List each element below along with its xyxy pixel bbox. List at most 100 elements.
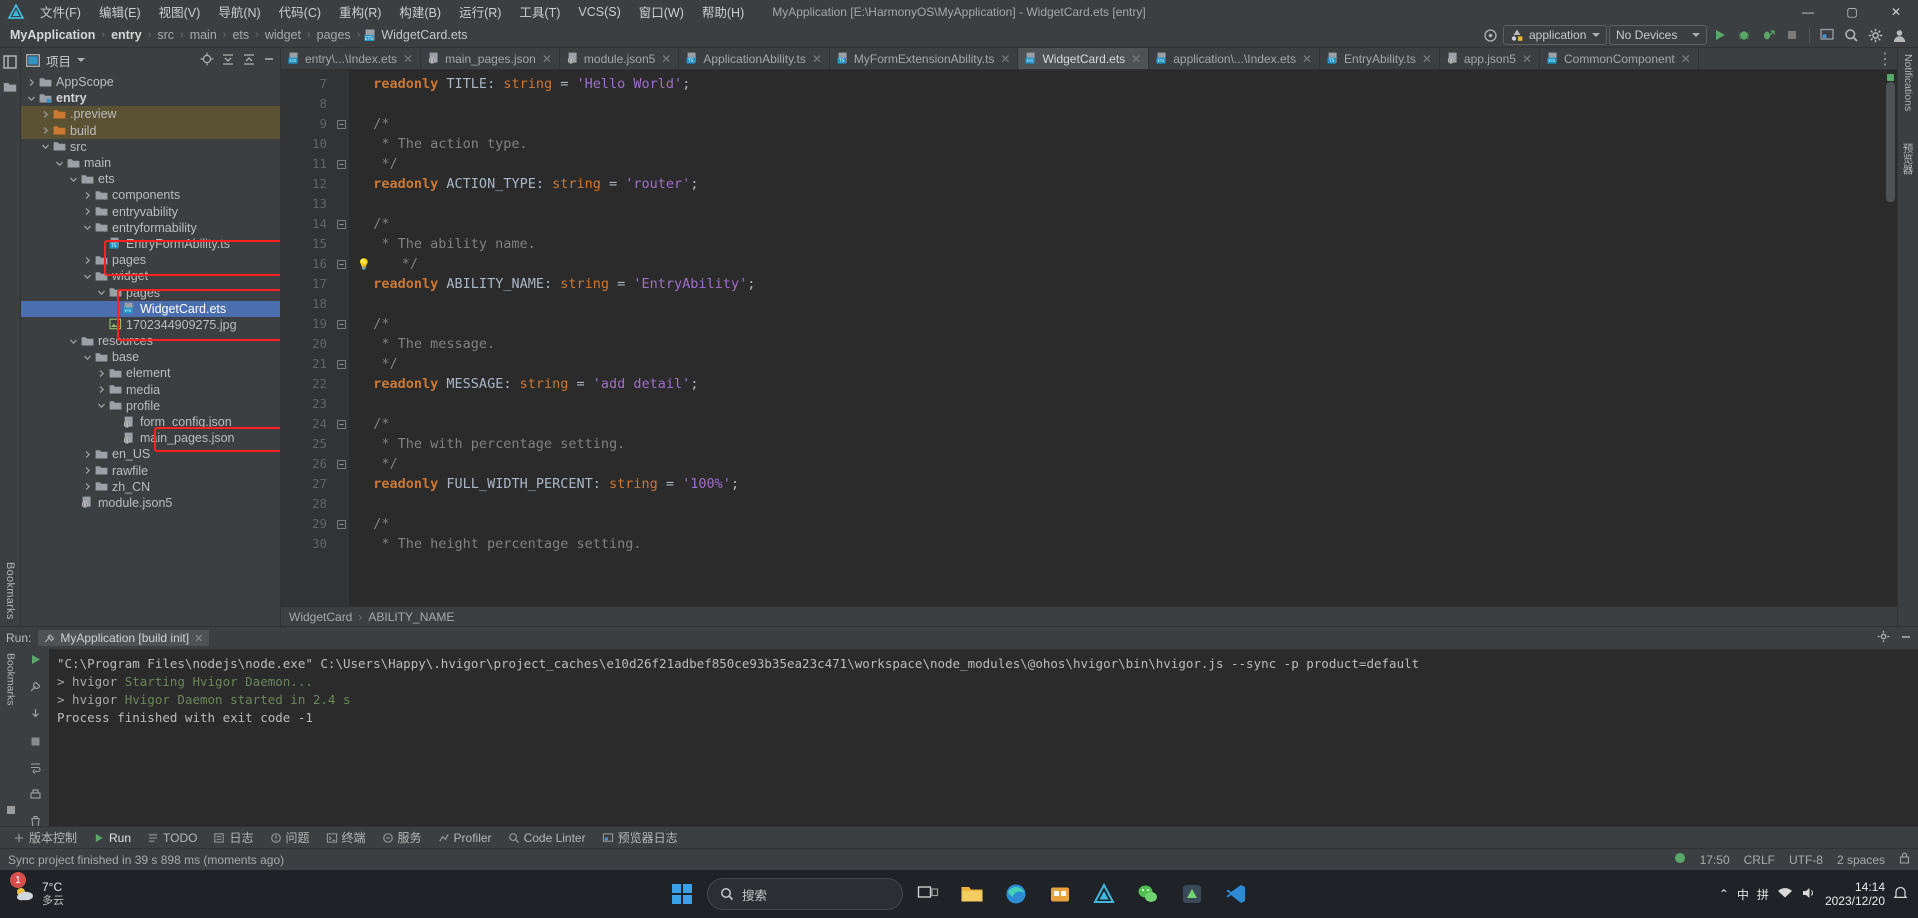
notifications-rail-label[interactable]: Notifications [1902, 54, 1914, 111]
code-line[interactable]: readonly MESSAGE: string = 'add detail'; [349, 374, 1897, 394]
tree-item[interactable]: zh_CN [21, 479, 280, 495]
editor-tab[interactable]: ETS entry\...\Index.ets ✕ [281, 48, 422, 69]
run-session-close[interactable]: ✕ [194, 632, 203, 645]
bottom-tool-版本控制[interactable]: 版本控制 [6, 827, 84, 848]
close-icon[interactable]: ✕ [403, 52, 413, 66]
editor-tab[interactable]: ETS WidgetCard.ets ✕ [1018, 48, 1150, 69]
editor-tab[interactable]: TS MyFormExtensionAbility.ts ✕ [830, 48, 1019, 69]
close-icon[interactable]: ✕ [1131, 52, 1141, 66]
bottom-tool-日志[interactable]: 日志 [206, 827, 260, 848]
event-log-icon[interactable] [1674, 852, 1686, 867]
menu-refactor[interactable]: 重构(R) [330, 0, 390, 24]
editor-tab[interactable]: {} app.json5 ✕ [1440, 48, 1541, 69]
tree-item[interactable]: TS EntryFormAbility.ts [21, 236, 280, 252]
menu-window[interactable]: 窗口(W) [630, 0, 693, 24]
breadcrumb-entry[interactable]: entry [109, 28, 144, 42]
menu-run[interactable]: 运行(R) [450, 0, 510, 24]
code-line[interactable]: * The action type. [349, 134, 1897, 154]
bottom-tool-服务[interactable]: 服务 [375, 827, 429, 848]
code-line[interactable]: /* [349, 314, 1897, 334]
chevron-right-icon[interactable] [81, 207, 94, 216]
menu-vcs[interactable]: VCS(S) [569, 2, 629, 22]
close-icon[interactable]: ✕ [1522, 52, 1532, 66]
ime-language-icon[interactable]: 中 [1737, 886, 1749, 903]
scroll-down-icon[interactable] [29, 707, 42, 725]
project-tree[interactable]: AppScope entry .preview build src main ets comp… [21, 72, 280, 626]
code-line[interactable]: /* [349, 114, 1897, 134]
locate-icon[interactable] [200, 52, 214, 69]
code-line[interactable]: readonly ABILITY_NAME: string = 'EntryAb… [349, 274, 1897, 294]
edge-browser-icon[interactable] [997, 875, 1035, 913]
tree-item[interactable]: ets [21, 171, 280, 187]
tree-item[interactable]: {} module.json5 [21, 495, 280, 511]
fold-marker[interactable] [333, 314, 349, 334]
close-icon[interactable]: ✕ [1681, 52, 1691, 66]
editor-tab[interactable]: {} main_pages.json ✕ [421, 48, 560, 69]
run-session-tab[interactable]: MyApplication [build init] ✕ [38, 630, 210, 646]
taskbar-clock[interactable]: 14:14 2023/12/20 [1825, 880, 1885, 908]
tree-item[interactable]: entry [21, 90, 280, 106]
android-studio-icon[interactable] [1173, 875, 1211, 913]
menu-help[interactable]: 帮助(H) [693, 0, 753, 24]
breadcrumb-widget[interactable]: widget [263, 28, 303, 42]
lock-icon[interactable] [1899, 852, 1910, 867]
fold-marker[interactable] [333, 414, 349, 434]
status-encoding[interactable]: UTF-8 [1789, 853, 1823, 867]
file-explorer-icon[interactable] [953, 875, 991, 913]
code-fold-gutter[interactable] [333, 70, 349, 606]
minimize-button[interactable]: — [1786, 0, 1830, 23]
menu-build[interactable]: 构建(B) [390, 0, 450, 24]
menu-navigate[interactable]: 导航(N) [209, 0, 269, 24]
chevron-up-icon[interactable]: ⌃ [1719, 887, 1729, 901]
fold-marker[interactable] [333, 354, 349, 374]
bottom-tool-预览器日志[interactable]: 预览器日志 [595, 827, 685, 848]
bottom-tool-code-linter[interactable]: Code Linter [501, 829, 593, 847]
editor-tab[interactable]: ETS application\...\Index.ets ✕ [1149, 48, 1321, 69]
tree-item[interactable]: rawfile [21, 463, 280, 479]
search-everywhere-icon[interactable] [1840, 25, 1862, 45]
bottom-tool-run[interactable]: Run [86, 829, 138, 847]
target-icon[interactable] [1479, 25, 1501, 45]
chevron-down-icon[interactable] [39, 142, 52, 151]
chevron-right-icon[interactable] [39, 110, 52, 119]
chevron-right-icon[interactable] [81, 191, 94, 200]
status-line-separator[interactable]: CRLF [1744, 853, 1775, 867]
menu-edit[interactable]: 编辑(E) [90, 0, 150, 24]
code-line[interactable]: */ [349, 154, 1897, 174]
breadcrumb-class[interactable]: WidgetCard [289, 610, 352, 624]
code-line[interactable]: */ [349, 354, 1897, 374]
tree-item[interactable]: pages [21, 284, 280, 300]
code-line[interactable]: readonly FULL_WIDTH_PERCENT: string = '1… [349, 474, 1897, 494]
tree-item[interactable]: {} main_pages.json [21, 430, 280, 446]
close-icon[interactable]: ✕ [812, 52, 822, 66]
editor-tab[interactable]: TS ApplicationAbility.ts ✕ [679, 48, 830, 69]
bottom-tool-profiler[interactable]: Profiler [431, 829, 499, 847]
fold-marker[interactable] [333, 214, 349, 234]
tree-item[interactable]: src [21, 139, 280, 155]
wechat-icon[interactable] [1129, 875, 1167, 913]
bottom-tool-tabs[interactable]: 版本控制 Run TODO 日志 问题 终端 服务 Profiler Code Linter 预览… [0, 826, 1918, 848]
inspection-ok-indicator[interactable] [1887, 74, 1894, 81]
chevron-right-icon[interactable] [81, 466, 94, 475]
tree-item[interactable]: media [21, 382, 280, 398]
previewer-icon[interactable] [1816, 25, 1838, 45]
chevron-right-icon[interactable] [81, 450, 94, 459]
stop-square-icon[interactable] [6, 802, 16, 820]
close-icon[interactable]: ✕ [661, 52, 671, 66]
chevron-down-icon[interactable] [95, 401, 108, 410]
breadcrumb-project[interactable]: MyApplication [8, 28, 97, 42]
code-line[interactable]: * The height percentage setting. [349, 534, 1897, 554]
bookmarks-label[interactable]: Bookmarks [5, 653, 17, 706]
close-icon[interactable]: ✕ [542, 52, 552, 66]
breadcrumb-ets[interactable]: ets [230, 28, 251, 42]
chevron-right-icon[interactable] [95, 369, 108, 378]
deveco-studio-icon[interactable] [1085, 875, 1123, 913]
code-line[interactable]: * The with percentage setting. [349, 434, 1897, 454]
code-line[interactable] [349, 194, 1897, 214]
tree-item[interactable]: entryformability [21, 220, 280, 236]
code-line[interactable] [349, 294, 1897, 314]
tree-item[interactable]: en_US [21, 446, 280, 462]
chevron-down-icon[interactable] [77, 58, 86, 62]
scrollbar-thumb[interactable] [1886, 82, 1895, 202]
code-line[interactable]: readonly TITLE: string = 'Hello World'; [349, 74, 1897, 94]
